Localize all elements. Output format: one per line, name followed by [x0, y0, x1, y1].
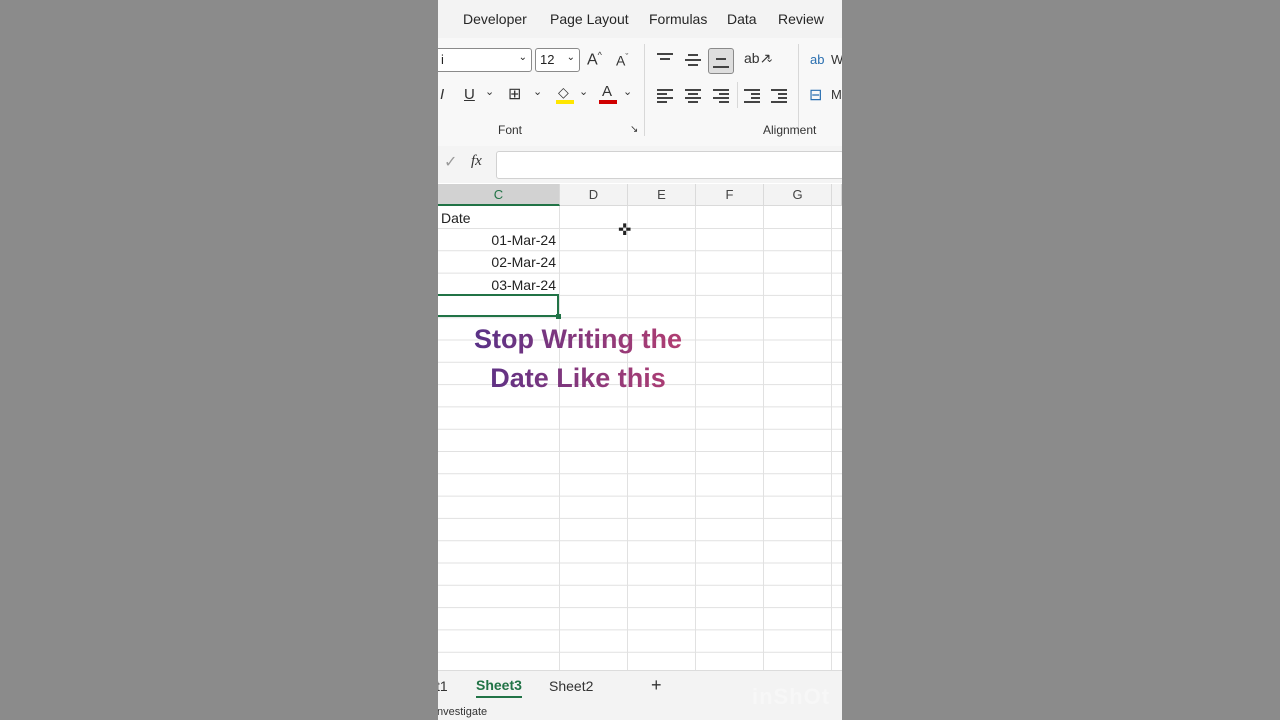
align-left-icon[interactable] — [657, 89, 673, 103]
tab-data[interactable]: Data — [727, 11, 757, 27]
fx-icon[interactable]: fx — [471, 153, 482, 170]
decrease-indent-icon[interactable] — [744, 89, 760, 103]
column-header-d[interactable]: D — [560, 184, 628, 206]
dialog-launcher-icon[interactable]: ↘ — [630, 124, 638, 135]
column-header-partial — [832, 184, 842, 206]
align-right-icon[interactable] — [713, 89, 729, 103]
tab-developer[interactable]: Developer — [463, 11, 527, 27]
merge-icon[interactable]: ⊟ — [809, 85, 822, 105]
tab-formulas[interactable]: Formulas — [649, 11, 707, 27]
sheet-tab-sheet1[interactable]: t1 — [438, 678, 448, 694]
font-size-value: 12 — [540, 52, 555, 67]
column-header-f[interactable]: F — [696, 184, 764, 206]
align-bottom-button[interactable] — [708, 48, 734, 74]
wrap-text-label[interactable]: W — [831, 52, 842, 67]
fill-handle[interactable] — [556, 314, 561, 319]
overlay-line-2: Date Like this — [438, 363, 718, 394]
right-letterbox — [842, 0, 1280, 720]
ribbon: i ⌄ 12 ⌄ A^ Aˇ I U ⌄ ⊞ ⌄ ◇ ⌄ A ⌄ Font ↘ — [438, 38, 842, 147]
ribbon-divider — [644, 44, 645, 136]
left-letterbox — [0, 0, 438, 720]
chevron-down-icon[interactable]: ⌄ — [485, 85, 494, 98]
chevron-down-icon: ⌄ — [566, 52, 575, 63]
cell-c3[interactable]: 02-Mar-24 — [491, 254, 556, 270]
chevron-down-icon[interactable]: ⌄ — [765, 52, 774, 65]
ribbon-tab-bar: t Developer Page Layout Formulas Data Re… — [438, 0, 842, 38]
watermark-logo: inShOt — [752, 684, 831, 709]
font-group-label: Font — [498, 123, 523, 137]
paint-bucket-icon: ◇ — [558, 84, 569, 100]
cell-c2[interactable]: 01-Mar-24 — [491, 232, 556, 248]
ribbon-divider — [737, 82, 738, 108]
tab-review[interactable]: Review — [778, 11, 824, 27]
cursor-cross-icon: ✜ — [618, 222, 632, 239]
accessibility-status[interactable]: nvestigate — [438, 706, 487, 718]
column-header-c[interactable]: C — [438, 184, 560, 206]
column-header-g[interactable]: G — [764, 184, 832, 206]
cell-c1[interactable]: Date — [441, 210, 471, 226]
sheet-tab-sheet3[interactable]: Sheet3 — [476, 677, 522, 698]
underline-button[interactable]: U — [464, 86, 475, 103]
chevron-down-icon: ⌄ — [518, 52, 527, 63]
fill-color-swatch — [556, 100, 574, 104]
increase-font-button[interactable]: A^ — [587, 50, 602, 69]
overlay-line-1: Stop Writing the — [438, 324, 718, 355]
gridlines — [438, 206, 842, 670]
selected-cell-c5[interactable] — [438, 294, 559, 317]
chevron-down-icon[interactable]: ⌄ — [579, 85, 588, 98]
align-middle-icon[interactable] — [685, 54, 701, 66]
chevron-down-icon[interactable]: ⌄ — [533, 85, 542, 98]
sheet-tab-sheet2[interactable]: Sheet2 — [549, 678, 593, 694]
chevron-down-icon[interactable]: ⌄ — [623, 85, 632, 98]
decrease-font-button[interactable]: Aˇ — [616, 52, 628, 69]
font-color-swatch — [599, 100, 617, 104]
formula-bar: ✓ fx — [438, 146, 842, 183]
formula-input[interactable] — [496, 151, 842, 179]
increase-indent-icon[interactable] — [771, 89, 787, 103]
column-header-e[interactable]: E — [628, 184, 696, 206]
font-color-letter: A — [602, 83, 613, 100]
excel-window: t Developer Page Layout Formulas Data Re… — [438, 0, 842, 720]
merge-label[interactable]: M — [831, 87, 842, 102]
wrap-text-icon[interactable]: ab — [810, 52, 824, 67]
add-sheet-button[interactable]: + — [651, 675, 662, 696]
italic-button[interactable]: I — [440, 86, 444, 103]
font-name-select[interactable]: i ⌄ — [438, 48, 532, 72]
check-icon[interactable]: ✓ — [444, 152, 457, 172]
align-bottom-icon — [713, 56, 729, 68]
font-name-value: i — [441, 52, 444, 67]
align-center-icon[interactable] — [685, 89, 701, 103]
cell-c4[interactable]: 03-Mar-24 — [491, 277, 556, 293]
worksheet-grid[interactable]: Date 01-Mar-24 02-Mar-24 03-Mar-24 ✜ Sto… — [438, 206, 842, 670]
tab-page-layout[interactable]: Page Layout — [550, 11, 629, 27]
align-top-icon[interactable] — [657, 53, 673, 65]
alignment-group-label: Alignment — [763, 123, 817, 137]
borders-icon[interactable]: ⊞ — [508, 84, 521, 104]
fill-color-button[interactable]: ◇ — [556, 84, 574, 104]
font-color-button[interactable]: A — [599, 83, 617, 105]
font-size-select[interactable]: 12 ⌄ — [535, 48, 580, 72]
